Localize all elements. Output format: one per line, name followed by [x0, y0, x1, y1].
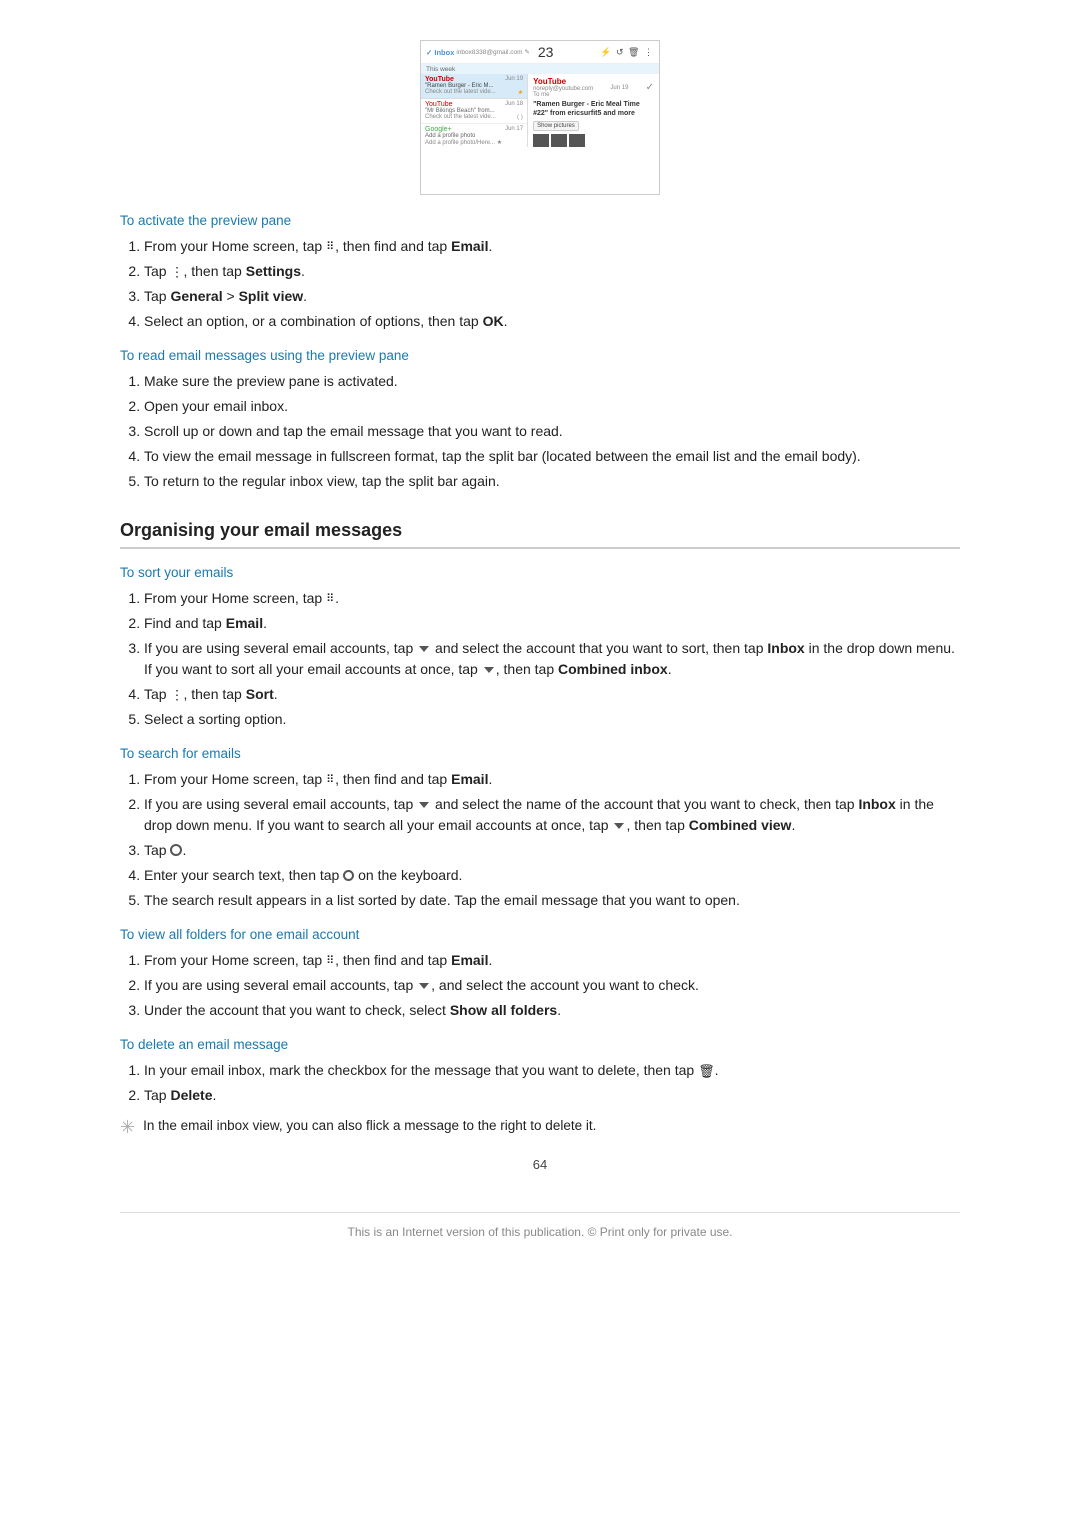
view-folders-title: To view all folders for one email accoun…	[120, 927, 960, 942]
search-step-3: Tap .	[144, 840, 960, 861]
search-step-1: From your Home screen, tap ⠿, then find …	[144, 769, 960, 790]
page-content: ✓ Inbox inbox8338@gmail.com ✎ 23 ⚡ ↺ 🗑 ⋮…	[120, 40, 960, 1239]
search-step-4: Enter your search text, then tap on the …	[144, 865, 960, 886]
organising-title: Organising your email messages	[120, 520, 960, 549]
view-folders-steps: From your Home screen, tap ⠿, then find …	[144, 950, 960, 1021]
section-search-emails: To search for emails From your Home scre…	[120, 746, 960, 911]
delete-step-2: Tap Delete.	[144, 1085, 960, 1106]
sort-emails-title: To sort your emails	[120, 565, 960, 580]
search-emails-steps: From your Home screen, tap ⠿, then find …	[144, 769, 960, 911]
delete-email-title: To delete an email message	[120, 1037, 960, 1052]
folders-step-2: If you are using several email accounts,…	[144, 975, 960, 996]
section-delete-email: To delete an email message In your email…	[120, 1037, 960, 1141]
section-activate-preview: To activate the preview pane From your H…	[120, 213, 960, 332]
activate-step-2: Tap ⋮, then tap Settings.	[144, 261, 960, 282]
sort-step-3: If you are using several email accounts,…	[144, 638, 960, 680]
sort-step-4: Tap ⋮, then tap Sort.	[144, 684, 960, 705]
section-sort-emails: To sort your emails From your Home scree…	[120, 565, 960, 730]
page-footer: This is an Internet version of this publ…	[120, 1212, 960, 1239]
tip-text: In the email inbox view, you can also fl…	[143, 1116, 596, 1136]
read-preview-steps: Make sure the preview pane is activated.…	[144, 371, 960, 492]
read-step-2: Open your email inbox.	[144, 396, 960, 417]
section-read-preview-title: To read email messages using the preview…	[120, 348, 960, 363]
folders-step-1: From your Home screen, tap ⠿, then find …	[144, 950, 960, 971]
page-number: 64	[120, 1157, 960, 1172]
delete-step-1: In your email inbox, mark the checkbox f…	[144, 1060, 960, 1081]
email-screenshot: ✓ Inbox inbox8338@gmail.com ✎ 23 ⚡ ↺ 🗑 ⋮…	[420, 40, 660, 195]
section-view-folders: To view all folders for one email accoun…	[120, 927, 960, 1021]
tip-box: ✳ In the email inbox view, you can also …	[120, 1116, 960, 1141]
sort-emails-steps: From your Home screen, tap ⠿. Find and t…	[144, 588, 960, 730]
folders-step-3: Under the account that you want to check…	[144, 1000, 960, 1021]
section-read-preview: To read email messages using the preview…	[120, 348, 960, 492]
section-organising: Organising your email messages To sort y…	[120, 520, 960, 1141]
section-activate-preview-title: To activate the preview pane	[120, 213, 960, 228]
sort-step-2: Find and tap Email.	[144, 613, 960, 634]
delete-email-steps: In your email inbox, mark the checkbox f…	[144, 1060, 960, 1106]
tip-icon: ✳	[120, 1114, 135, 1141]
activate-step-3: Tap General > Split view.	[144, 286, 960, 307]
activate-step-4: Select an option, or a combination of op…	[144, 311, 960, 332]
read-step-1: Make sure the preview pane is activated.	[144, 371, 960, 392]
read-step-5: To return to the regular inbox view, tap…	[144, 471, 960, 492]
read-step-3: Scroll up or down and tap the email mess…	[144, 421, 960, 442]
search-step-2: If you are using several email accounts,…	[144, 794, 960, 836]
activate-preview-steps: From your Home screen, tap ⠿, then find …	[144, 236, 960, 332]
sort-step-1: From your Home screen, tap ⠿.	[144, 588, 960, 609]
read-step-4: To view the email message in fullscreen …	[144, 446, 960, 467]
sort-step-5: Select a sorting option.	[144, 709, 960, 730]
activate-step-1: From your Home screen, tap ⠿, then find …	[144, 236, 960, 257]
search-step-5: The search result appears in a list sort…	[144, 890, 960, 911]
search-emails-title: To search for emails	[120, 746, 960, 761]
